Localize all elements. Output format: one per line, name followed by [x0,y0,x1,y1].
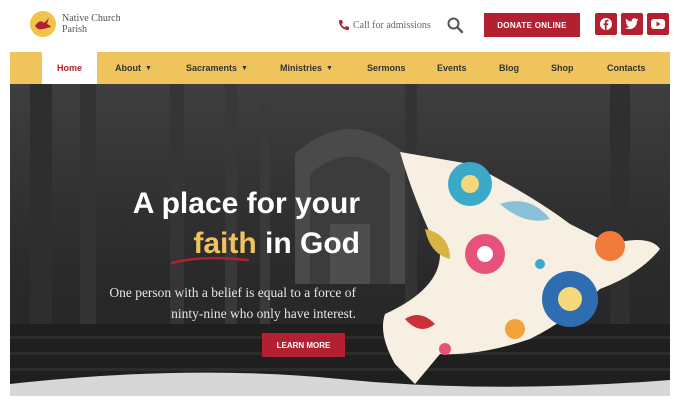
top-header: Native Church Parish Call for admissions… [0,0,680,52]
twitter-icon[interactable] [621,13,643,35]
nav-item-shop[interactable]: Shop [551,52,574,84]
nav-label: Shop [551,63,574,73]
youtube-icon[interactable] [647,13,669,35]
nav-label: Blog [499,63,519,73]
hero-subtitle-line2: ninty-nine who only have interest. [171,306,356,321]
facebook-icon[interactable] [595,13,617,35]
hero-title-rest: in God [265,227,360,260]
nav-item-home[interactable]: Home [42,52,97,84]
hero-subtitle: One person with a belief is equal to a f… [50,282,356,324]
nav-item-sacraments[interactable]: Sacraments ▼ [186,52,248,84]
hero-title: A place for your faith in God [110,184,360,264]
hero-section: A place for your faith in God One person… [10,84,670,396]
chevron-down-icon: ▼ [326,64,333,72]
dove-logo-icon [30,11,56,37]
chevron-down-icon: ▼ [241,64,248,72]
hero-title-line1: A place for your [132,187,360,220]
learn-more-button[interactable]: LEARN MORE [262,333,345,357]
nav-item-events[interactable]: Events [437,52,467,84]
nav-item-sermons[interactable]: Sermons [367,52,406,84]
nav-label: Ministries [280,63,323,73]
underline-swoosh [170,256,250,265]
nav-item-ministries[interactable]: Ministries ▼ [280,52,333,84]
chevron-down-icon: ▼ [145,64,152,72]
nav-label: Contacts [607,63,646,73]
hero-subtitle-line1: One person with a belief is equal to a f… [109,285,356,300]
phone-icon [339,20,349,30]
main-nav: Home About ▼ Sacraments ▼ Ministries ▼ Serm… [10,52,670,84]
logo-text: Native Church Parish [62,13,121,35]
nav-label: Home [56,63,82,73]
nav-item-contacts[interactable]: Contacts [607,52,646,84]
logo[interactable]: Native Church Parish [30,11,142,37]
nav-item-blog[interactable]: Blog [499,52,519,84]
nav-label: About [115,63,141,73]
nav-label: Events [437,63,467,73]
donate-online-button[interactable]: DONATE ONLINE [484,13,580,37]
search-icon[interactable] [446,16,464,34]
call-for-admissions[interactable]: Call for admissions [338,19,431,31]
call-label: Call for admissions [353,19,431,31]
nav-item-about[interactable]: About ▼ [115,52,152,84]
nav-label: Sermons [367,63,406,73]
nav-label: Sacraments [186,63,238,73]
